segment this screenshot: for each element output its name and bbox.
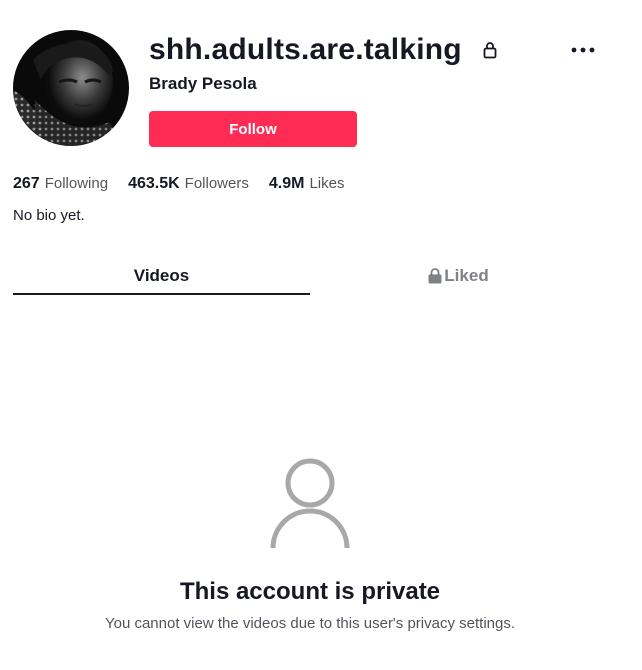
lock-icon <box>428 268 442 284</box>
follow-button[interactable]: Follow <box>149 111 357 147</box>
username: shh.adults.are.talking <box>149 33 462 66</box>
tab-liked[interactable]: Liked <box>310 258 607 294</box>
user-icon <box>270 458 350 549</box>
stat-followers[interactable]: 463.5K Followers <box>128 173 249 195</box>
stat-label: Following <box>44 175 109 192</box>
stat-label: Followers <box>184 175 249 192</box>
more-horizontal-icon <box>571 47 595 53</box>
tab-videos[interactable]: Videos <box>13 258 310 294</box>
stat-likes: 4.9M Likes <box>269 173 345 195</box>
private-account-title: This account is private <box>179 578 441 605</box>
stat-value: 267 <box>13 175 40 192</box>
profile-stats: 267 Following 463.5K Followers 4.9M Like… <box>13 173 364 195</box>
stat-value: 463.5K <box>128 175 180 192</box>
tab-label: Videos <box>133 266 190 285</box>
more-options-button[interactable] <box>568 38 598 62</box>
active-tab-indicator <box>13 293 310 295</box>
stat-label: Likes <box>309 175 345 192</box>
private-lock-icon <box>483 42 497 59</box>
bio-text: No bio yet. <box>13 207 85 224</box>
profile-photo <box>13 30 129 146</box>
stat-following[interactable]: 267 Following <box>13 173 108 195</box>
stat-value: 4.9M <box>268 175 305 192</box>
display-name: Brady Pesola <box>149 74 257 93</box>
private-account-description: You cannot view the videos due to this u… <box>104 615 516 632</box>
avatar[interactable] <box>13 30 129 146</box>
profile-tabs: Videos Liked <box>13 258 607 296</box>
tab-label: Liked <box>444 266 489 285</box>
